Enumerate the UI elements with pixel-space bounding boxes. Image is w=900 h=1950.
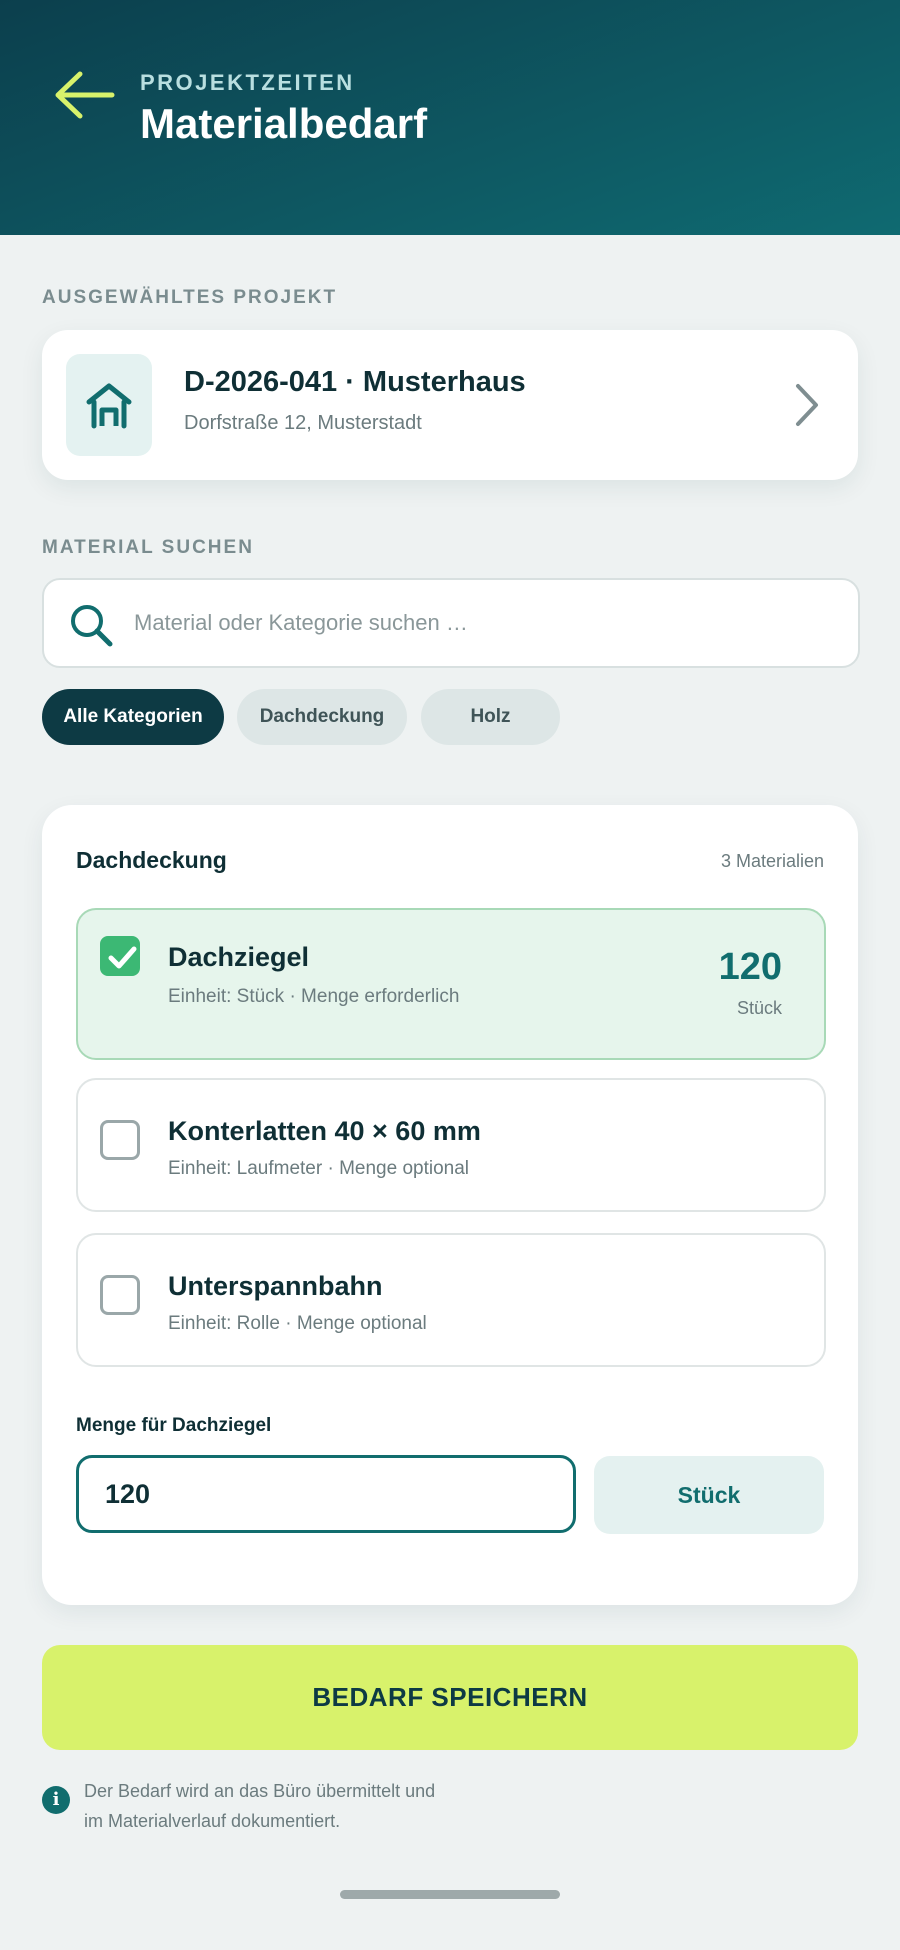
material-item-unterspannbahn[interactable]: Unterspannbahn Einheit: Rolle · Menge op… bbox=[76, 1233, 826, 1367]
back-button[interactable] bbox=[52, 66, 118, 124]
header-eyebrow: PROJEKTZEITEN bbox=[140, 70, 355, 95]
checkbox-unchecked[interactable] bbox=[100, 1120, 140, 1160]
material-meta: Einheit: Rolle · Menge optional bbox=[168, 1313, 427, 1334]
home-indicator[interactable] bbox=[340, 1890, 560, 1899]
material-name: Unterspannbahn bbox=[168, 1271, 383, 1301]
info-icon: i bbox=[42, 1786, 70, 1814]
project-icon-box bbox=[66, 354, 152, 456]
project-title: D-2026-041 · Musterhaus bbox=[184, 366, 526, 398]
quantity-label: Menge für Dachziegel bbox=[76, 1415, 272, 1436]
chevron-right-icon bbox=[796, 384, 818, 426]
search-box bbox=[42, 578, 860, 668]
category-title: Dachdeckung bbox=[76, 847, 227, 873]
material-quantity: 120 bbox=[718, 946, 782, 988]
info-text: Der Bedarf wird an das Büro übermittelt … bbox=[84, 1776, 504, 1836]
filter-chip-dachdeckung[interactable]: Dachdeckung bbox=[237, 689, 407, 745]
info-line-2: im Materialverlauf dokumentiert. bbox=[84, 1811, 341, 1831]
house-icon bbox=[86, 383, 132, 429]
search-icon bbox=[71, 605, 113, 647]
save-button[interactable]: BEDARF SPEICHERN bbox=[42, 1645, 858, 1750]
material-meta: Einheit: Stück · Menge erforderlich bbox=[168, 986, 460, 1007]
material-name: Konterlatten 40 × 60 mm bbox=[168, 1116, 481, 1146]
checkbox-unchecked[interactable] bbox=[100, 1275, 140, 1315]
checkmark-icon bbox=[108, 946, 137, 969]
search-section-label: MATERIAL SUCHEN bbox=[42, 537, 254, 558]
checkbox-checked[interactable] bbox=[100, 936, 140, 976]
arrow-left-icon bbox=[55, 71, 115, 119]
project-card[interactable]: D-2026-041 · Musterhaus Dorfstraße 12, M… bbox=[42, 330, 858, 480]
material-panel: Dachdeckung 3 Materialien Dachziegel Ein… bbox=[42, 805, 858, 1605]
filter-chip-holz[interactable]: Holz bbox=[421, 689, 560, 745]
material-unit: Stück bbox=[736, 998, 782, 1018]
page-title: Materialbedarf bbox=[140, 100, 428, 147]
filter-chip-all[interactable]: Alle Kategorien bbox=[42, 689, 224, 745]
info-line-1: Der Bedarf wird an das Büro übermittelt … bbox=[84, 1781, 436, 1801]
material-item-dachziegel[interactable]: Dachziegel Einheit: Stück · Menge erford… bbox=[76, 908, 826, 1060]
material-item-konterlatten[interactable]: Konterlatten 40 × 60 mm Einheit: Laufmet… bbox=[76, 1078, 826, 1212]
app-header: PROJEKTZEITEN Materialbedarf bbox=[0, 0, 900, 235]
search-input[interactable] bbox=[132, 598, 826, 648]
material-name: Dachziegel bbox=[168, 942, 310, 972]
material-count: 3 Materialien bbox=[720, 851, 824, 871]
unit-selector[interactable]: Stück bbox=[594, 1456, 824, 1534]
project-address: Dorfstraße 12, Musterstadt bbox=[184, 412, 422, 434]
material-meta: Einheit: Laufmeter · Menge optional bbox=[168, 1158, 470, 1179]
quantity-input[interactable] bbox=[76, 1455, 576, 1533]
project-section-label: AUSGEWÄHLTES PROJEKT bbox=[42, 287, 338, 308]
